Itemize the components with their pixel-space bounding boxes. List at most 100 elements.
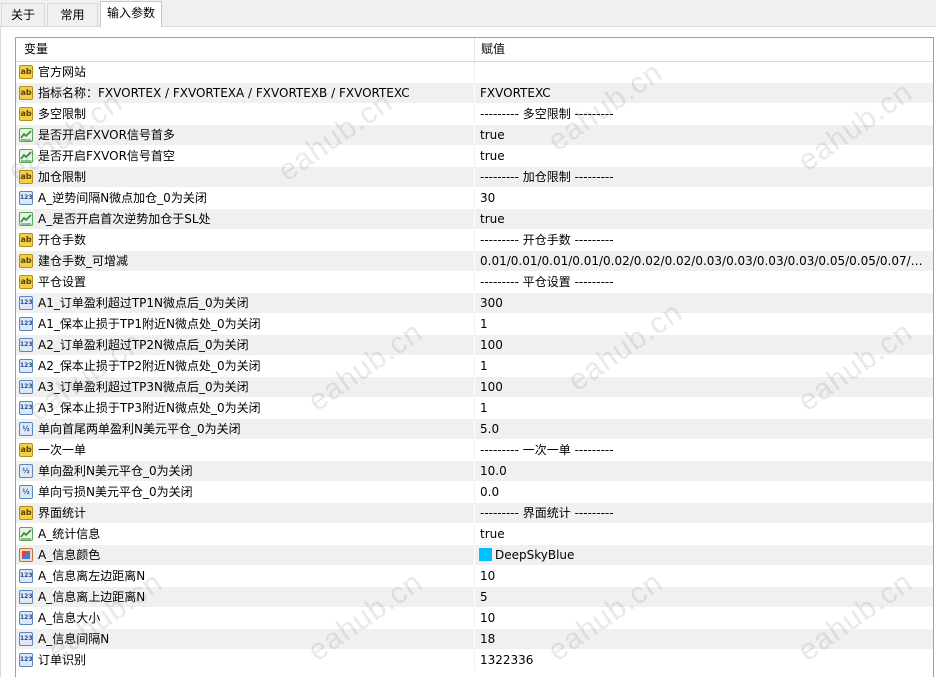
variable-cell[interactable]: ½ 单向亏损N美元平仓_0为关闭: [16, 482, 474, 502]
value-cell[interactable]: 1322336: [475, 650, 933, 670]
parameter-row[interactable]: 123 A2_订单盈利超过TP2N微点后_0为关闭 100: [16, 335, 933, 356]
parameter-row[interactable]: 123 A3_保本止损于TP3附近N微点处_0为关闭 1: [16, 398, 933, 419]
value-cell[interactable]: 100: [475, 377, 933, 397]
value-cell[interactable]: 300: [475, 293, 933, 313]
variable-value[interactable]: 1: [480, 398, 928, 418]
variable-cell[interactable]: 123 A_信息离上边距离N: [16, 587, 474, 607]
parameter-row[interactable]: ab 建仓手数_可增减 0.01/0.01/0.01/0.01/0.02/0.02/…: [16, 251, 933, 272]
variable-cell[interactable]: 123 A_信息间隔N: [16, 629, 474, 649]
variable-value[interactable]: FXVORTEXC: [480, 83, 928, 103]
parameter-row[interactable]: 123 A_信息离左边距离N 10: [16, 566, 933, 587]
variable-value[interactable]: 10.0: [480, 461, 928, 481]
variable-cell[interactable]: 123 A1_保本止损于TP1附近N微点处_0为关闭: [16, 314, 474, 334]
variable-cell[interactable]: 123 A1_订单盈利超过TP1N微点后_0为关闭: [16, 293, 474, 313]
variable-value[interactable]: 0.0: [480, 482, 928, 502]
variable-cell[interactable]: 123 A2_保本止损于TP2附近N微点处_0为关闭: [16, 356, 474, 376]
parameter-row[interactable]: ½ 单向首尾两单盈利N美元平仓_0为关闭 5.0: [16, 419, 933, 440]
variable-cell[interactable]: 123 A_信息大小: [16, 608, 474, 628]
variable-cell[interactable]: ab 官方网站: [16, 62, 474, 82]
parameter-row[interactable]: ab 平仓设置 --------- 平仓设置 ---------: [16, 272, 933, 293]
variable-value[interactable]: 18: [480, 629, 928, 649]
value-cell[interactable]: --------- 平仓设置 ---------: [475, 272, 933, 292]
tab-about[interactable]: 关于: [1, 3, 45, 26]
value-cell[interactable]: DeepSkyBlue: [475, 545, 933, 565]
variable-value[interactable]: 10: [480, 608, 928, 628]
value-cell[interactable]: 100: [475, 335, 933, 355]
value-cell[interactable]: true: [475, 146, 933, 166]
value-cell[interactable]: true: [475, 209, 933, 229]
variable-value[interactable]: 300: [480, 293, 928, 313]
parameter-row[interactable]: 123 A_信息间隔N 18: [16, 629, 933, 650]
variable-value[interactable]: 1: [480, 314, 928, 334]
value-cell[interactable]: 5: [475, 587, 933, 607]
parameter-row[interactable]: 123 订单识别 1322336: [16, 650, 933, 671]
parameter-row[interactable]: 123 A3_订单盈利超过TP3N微点后_0为关闭 100: [16, 377, 933, 398]
column-separator[interactable]: [474, 38, 475, 61]
variable-value[interactable]: 100: [480, 335, 928, 355]
parameter-row[interactable]: ab 加仓限制 --------- 加仓限制 ---------: [16, 167, 933, 188]
value-cell[interactable]: 1: [475, 314, 933, 334]
tab-common[interactable]: 常用: [47, 3, 98, 26]
parameter-row[interactable]: A_统计信息 true: [16, 524, 933, 545]
variable-cell[interactable]: ab 加仓限制: [16, 167, 474, 187]
variable-value[interactable]: --------- 多空限制 ---------: [480, 104, 928, 124]
value-cell[interactable]: --------- 一次一单 ---------: [475, 440, 933, 460]
variable-value[interactable]: true: [480, 146, 928, 166]
value-cell[interactable]: --------- 加仓限制 ---------: [475, 167, 933, 187]
value-cell[interactable]: 10: [475, 566, 933, 586]
parameter-row[interactable]: 123 A_信息大小 10: [16, 608, 933, 629]
variable-cell[interactable]: ab 指标名称：FXVORTEX / FXVORTEXA / FXVORTEXB …: [16, 83, 474, 103]
variable-cell[interactable]: ½ 单向首尾两单盈利N美元平仓_0为关闭: [16, 419, 474, 439]
variable-cell[interactable]: A_是否开启首次逆势加仓于SL处: [16, 209, 474, 229]
parameter-row[interactable]: ab 多空限制 --------- 多空限制 ---------: [16, 104, 933, 125]
variable-cell[interactable]: A_信息颜色: [16, 545, 474, 565]
variable-cell[interactable]: ab 开仓手数: [16, 230, 474, 250]
value-cell[interactable]: 0.0: [475, 482, 933, 502]
variable-value[interactable]: 100: [480, 377, 928, 397]
variable-cell[interactable]: ab 平仓设置: [16, 272, 474, 292]
value-cell[interactable]: [475, 62, 933, 82]
variable-cell[interactable]: A_统计信息: [16, 524, 474, 544]
variable-cell[interactable]: 123 A_信息离左边距离N: [16, 566, 474, 586]
variable-value[interactable]: 5.0: [480, 419, 928, 439]
value-cell[interactable]: --------- 界面统计 ---------: [475, 503, 933, 523]
variable-cell[interactable]: 是否开启FXVOR信号首多: [16, 125, 474, 145]
parameter-row[interactable]: ½ 单向亏损N美元平仓_0为关闭 0.0: [16, 482, 933, 503]
value-cell[interactable]: 1: [475, 398, 933, 418]
variable-cell[interactable]: ab 界面统计: [16, 503, 474, 523]
variable-cell[interactable]: 123 A3_保本止损于TP3附近N微点处_0为关闭: [16, 398, 474, 418]
value-cell[interactable]: 18: [475, 629, 933, 649]
value-cell[interactable]: --------- 开仓手数 ---------: [475, 230, 933, 250]
parameter-row[interactable]: 123 A2_保本止损于TP2附近N微点处_0为关闭 1: [16, 356, 933, 377]
value-cell[interactable]: 1: [475, 356, 933, 376]
variable-cell[interactable]: ½ 单向盈利N美元平仓_0为关闭: [16, 461, 474, 481]
variable-value[interactable]: --------- 开仓手数 ---------: [480, 230, 928, 250]
value-cell[interactable]: --------- 多空限制 ---------: [475, 104, 933, 124]
variable-cell[interactable]: ab 建仓手数_可增减: [16, 251, 474, 271]
value-cell[interactable]: true: [475, 125, 933, 145]
value-cell[interactable]: 10.0: [475, 461, 933, 481]
value-cell[interactable]: 10: [475, 608, 933, 628]
value-cell[interactable]: FXVORTEXC: [475, 83, 933, 103]
variable-value[interactable]: true: [480, 125, 928, 145]
parameter-row[interactable]: ab 指标名称：FXVORTEX / FXVORTEXA / FXVORTEXB …: [16, 83, 933, 104]
variable-value[interactable]: true: [480, 524, 928, 544]
variable-cell[interactable]: 是否开启FXVOR信号首空: [16, 146, 474, 166]
variable-value[interactable]: 1322336: [480, 650, 928, 670]
parameter-row[interactable]: 是否开启FXVOR信号首空 true: [16, 146, 933, 167]
value-cell[interactable]: 30: [475, 188, 933, 208]
parameter-row[interactable]: ab 官方网站: [16, 62, 933, 83]
variable-value[interactable]: --------- 平仓设置 ---------: [480, 272, 928, 292]
column-header-variable[interactable]: 变量: [24, 38, 48, 61]
tab-input-parameters[interactable]: 输入参数: [100, 1, 162, 27]
variable-value[interactable]: 30: [480, 188, 928, 208]
variable-cell[interactable]: 123 A2_订单盈利超过TP2N微点后_0为关闭: [16, 335, 474, 355]
variable-value[interactable]: 0.01/0.01/0.01/0.01/0.02/0.02/0.02/0.03/…: [480, 251, 928, 271]
variable-value[interactable]: DeepSkyBlue: [495, 545, 925, 565]
column-header-value[interactable]: 赋值: [481, 38, 505, 61]
parameter-row[interactable]: A_是否开启首次逆势加仓于SL处 true: [16, 209, 933, 230]
variable-cell[interactable]: ab 多空限制: [16, 104, 474, 124]
parameter-row[interactable]: 123 A1_保本止损于TP1附近N微点处_0为关闭 1: [16, 314, 933, 335]
parameter-row[interactable]: A_信息颜色 DeepSkyBlue: [16, 545, 933, 566]
parameter-row[interactable]: ab 开仓手数 --------- 开仓手数 ---------: [16, 230, 933, 251]
